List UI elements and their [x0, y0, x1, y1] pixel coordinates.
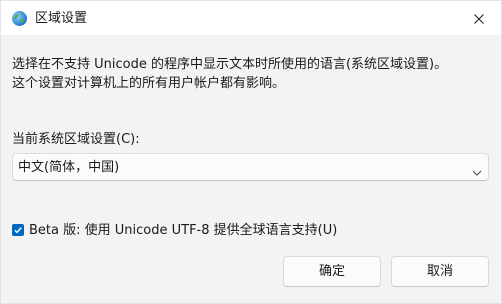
- close-icon: [474, 9, 484, 28]
- utf8-checkbox-label[interactable]: Beta 版: 使用 Unicode UTF-8 提供全球语言支持(U): [29, 222, 337, 239]
- region-settings-dialog: 区域设置 选择在不支持 Unicode 的程序中显示文本时所使用的语言(系统区域…: [0, 0, 502, 304]
- close-button[interactable]: [457, 1, 501, 35]
- title-bar[interactable]: 区域设置: [1, 1, 501, 35]
- description-line-2: 这个设置对计算机上的所有用户帐户都有影响。: [12, 76, 286, 91]
- utf8-option[interactable]: Beta 版: 使用 Unicode UTF-8 提供全球语言支持(U): [12, 220, 337, 240]
- globe-icon: [11, 10, 28, 27]
- checkmark-icon: [14, 227, 22, 234]
- system-locale-dropdown[interactable]: 中文(简体，中国): [12, 153, 489, 181]
- description-line-1: 选择在不支持 Unicode 的程序中显示文本时所使用的语言(系统区域设置)。: [12, 57, 448, 72]
- utf8-checkbox[interactable]: [12, 224, 24, 236]
- system-locale-label: 当前系统区域设置(C):: [12, 132, 140, 147]
- cancel-button[interactable]: 取消: [391, 256, 489, 287]
- ok-button[interactable]: 确定: [283, 256, 381, 287]
- description-text: 选择在不支持 Unicode 的程序中显示文本时所使用的语言(系统区域设置)。 …: [12, 55, 492, 93]
- chevron-down-icon: [472, 163, 482, 176]
- window-title: 区域设置: [35, 11, 88, 26]
- selected-locale: 中文(简体，中国): [18, 160, 120, 175]
- dialog-content: 选择在不支持 Unicode 的程序中显示文本时所使用的语言(系统区域设置)。 …: [1, 35, 501, 303]
